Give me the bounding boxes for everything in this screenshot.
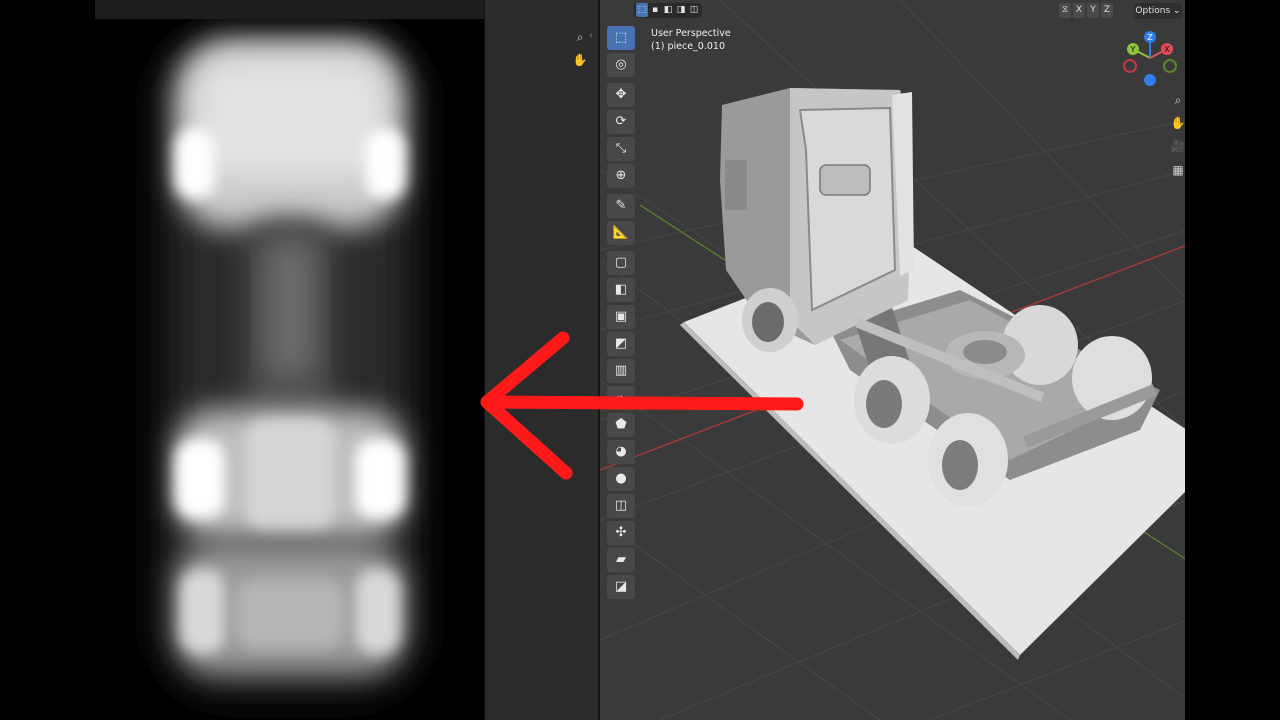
tool-smooth-icon[interactable]: ● (607, 467, 635, 491)
tool-loop-cut-icon[interactable]: ▥ (607, 359, 635, 383)
tool-transform-icon[interactable]: ⊕ (607, 164, 635, 188)
select-box-icon[interactable]: ⬚ (636, 3, 648, 17)
axis-y-button[interactable]: Y (1087, 3, 1099, 18)
axis-z-button[interactable]: Z (1101, 3, 1113, 18)
navigation-gizmo[interactable]: Y Z X (1120, 28, 1180, 88)
viewport-left-region: ⌕ ✋ ‹ (484, 0, 598, 720)
axis-x-button[interactable]: X (1073, 3, 1085, 18)
tool-spin-icon[interactable]: ◕ (607, 440, 635, 464)
tool-rip-icon[interactable]: ◪ (607, 575, 635, 599)
left-margin (0, 0, 95, 720)
camera-icon[interactable]: 🎥 (1168, 136, 1185, 156)
options-dropdown[interactable]: Options ⌄ (1134, 3, 1182, 19)
options-label: Options (1135, 6, 1171, 16)
mirror-axis-group: ⧖ X Y Z (1059, 3, 1113, 18)
zoom-icon[interactable]: ⌕ (571, 28, 589, 46)
tool-shrink-fatten-icon[interactable]: ✣ (607, 521, 635, 545)
gizmo-y-label: Y (1130, 45, 1136, 54)
image-editor-header (95, 0, 484, 19)
gizmo-x-label: X (1164, 45, 1170, 54)
mode-subtract-icon[interactable]: ◨ (675, 3, 687, 17)
baked-shadow-image (165, 39, 415, 689)
mode-extend-icon[interactable]: ◧ (662, 3, 674, 17)
tool-cursor-icon[interactable]: ◎ (607, 53, 635, 77)
3d-viewport[interactable]: ⬚ ▪ ◧ ◨ ◫ ⧖ X Y Z Options ⌄ User Perspec… (598, 0, 1185, 720)
gizmo-neg-x-icon[interactable] (1123, 59, 1137, 73)
tool-extrude-icon[interactable]: ◧ (607, 278, 635, 302)
tool-rotate-icon[interactable]: ⟳ (607, 110, 635, 134)
gizmo-neg-z-icon[interactable] (1144, 74, 1156, 86)
tool-add-cube-icon[interactable]: ▢ (607, 251, 635, 275)
mode-new-icon[interactable]: ▪ (649, 3, 661, 17)
mirror-icon: ⧖ (1059, 3, 1071, 18)
tool-shear-icon[interactable]: ▰ (607, 548, 635, 572)
gizmo-neg-y-icon[interactable] (1163, 59, 1177, 73)
viewport-info: User Perspective (1) piece_0.010 (651, 27, 731, 53)
gizmo-z-label: Z (1147, 33, 1153, 42)
tool-move-icon[interactable]: ✥ (607, 83, 635, 107)
right-margin (1185, 0, 1280, 720)
mode-intersect-icon[interactable]: ◫ (688, 3, 700, 17)
tool-annotate-icon[interactable]: ✎ (607, 194, 635, 218)
tool-poly-build-icon[interactable]: ⬟ (607, 413, 635, 437)
view-name: User Perspective (651, 28, 731, 39)
tool-measure-icon[interactable]: 📐 (607, 221, 635, 245)
zoom-icon[interactable]: ⌕ (1168, 90, 1185, 110)
grid-icon[interactable]: ▦ (1168, 160, 1185, 180)
viewport-scene (600, 0, 1185, 720)
tool-scale-icon[interactable]: ⤡ (607, 137, 635, 161)
tool-bevel-icon[interactable]: ◩ (607, 332, 635, 356)
truck-model (720, 88, 1160, 507)
hand-pan-icon[interactable]: ✋ (571, 51, 589, 69)
selection-mode-group: ⬚ ▪ ◧ ◨ ◫ (634, 3, 702, 18)
hand-pan-icon[interactable]: ✋ (1168, 113, 1185, 133)
collapse-chevron-icon[interactable]: ‹ (589, 30, 597, 42)
image-editor-panel (95, 0, 484, 720)
tool-edge-slide-icon[interactable]: ◫ (607, 494, 635, 518)
tool-knife-icon[interactable]: ⌁ (607, 386, 635, 410)
tool-inset-icon[interactable]: ▣ (607, 305, 635, 329)
active-object-name: (1) piece_0.010 (651, 41, 726, 52)
tool-select-box-icon[interactable]: ⬚ (607, 26, 635, 50)
